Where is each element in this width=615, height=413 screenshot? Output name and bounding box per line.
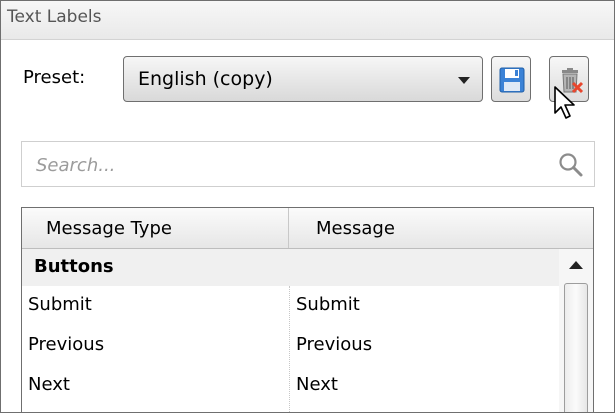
- panel-title: Text Labels: [7, 7, 102, 27]
- search-icon: [559, 153, 583, 177]
- floppy-disk-icon: [499, 67, 525, 93]
- column-divider: [289, 286, 290, 412]
- messages-table: Message Type Message Buttons Submit Subm…: [21, 207, 594, 412]
- search-input[interactable]: [34, 151, 538, 179]
- text-labels-panel: Text Labels Preset: English (copy) Searc…: [0, 0, 615, 413]
- table-row[interactable]: Submit Submit: [22, 286, 559, 326]
- mouse-pointer-icon: [554, 86, 575, 119]
- cell-message[interactable]: Next: [296, 374, 338, 395]
- table-row[interactable]: Next Next: [22, 366, 559, 406]
- preset-selected-value: English (copy): [138, 68, 273, 90]
- panel-titlebar: Text Labels: [1, 1, 614, 40]
- group-label: Buttons: [34, 256, 114, 277]
- column-header-message-type[interactable]: Message Type: [46, 218, 172, 239]
- search-box[interactable]: [21, 141, 595, 187]
- vertical-scrollbar[interactable]: [559, 249, 593, 412]
- preset-dropdown[interactable]: English (copy): [123, 56, 483, 102]
- save-preset-button[interactable]: [491, 56, 531, 102]
- preset-label: Preset:: [23, 67, 86, 88]
- scrollbar-thumb[interactable]: [564, 283, 588, 412]
- table-header: Message Type Message: [22, 208, 593, 249]
- cell-message[interactable]: Submit: [296, 294, 360, 315]
- cell-message-type: Next: [28, 374, 70, 395]
- dropdown-arrow-icon: [458, 77, 470, 84]
- column-header-message[interactable]: Message: [316, 218, 395, 239]
- cell-message[interactable]: Previous: [296, 334, 372, 355]
- group-row-buttons[interactable]: Buttons: [22, 249, 593, 286]
- cell-message-type: Previous: [28, 334, 105, 355]
- table-row[interactable]: Previous Previous: [22, 326, 559, 366]
- scroll-up-arrow-icon[interactable]: [569, 261, 583, 269]
- column-separator: [288, 208, 289, 248]
- cell-message-type: Submit: [28, 294, 92, 315]
